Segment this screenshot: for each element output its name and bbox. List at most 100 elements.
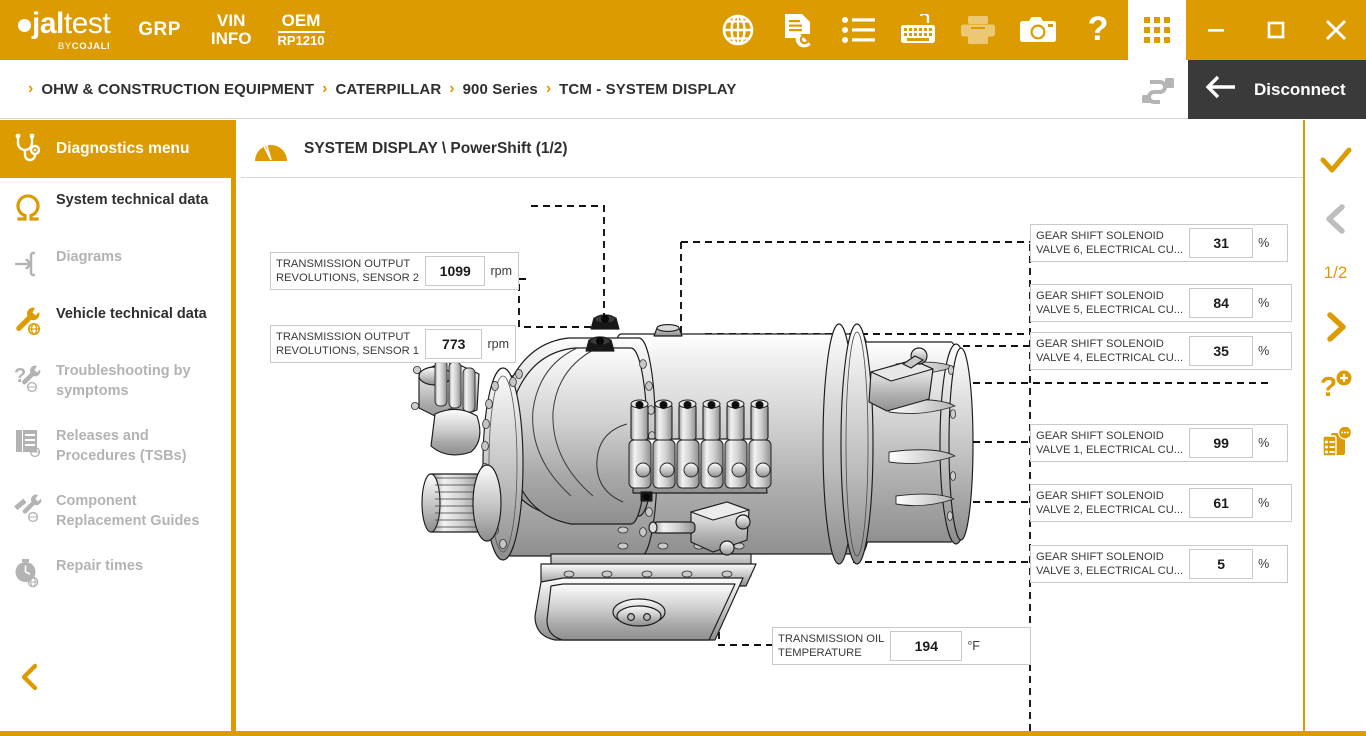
sidebar-header-diagnostics-menu[interactable]: Diagnostics menu (0, 120, 231, 178)
measurement-unit: % (1253, 546, 1275, 582)
top-icon-group: ? (708, 0, 1366, 60)
measurement-label: GEAR SHIFT SOLENOID VALVE 3, ELECTRICAL … (1031, 546, 1189, 582)
measurement-gear-shift-solenoid-valve-1[interactable]: GEAR SHIFT SOLENOID VALVE 1, ELECTRICAL … (1030, 424, 1288, 462)
measurement-value: 773 (425, 329, 482, 359)
breadcrumb-separator: › (449, 80, 454, 98)
measurement-value: 31 (1189, 228, 1253, 258)
question-plus-icon[interactable]: ? (1305, 356, 1366, 414)
label-line-2: VALVE 3, ELECTRICAL CU... (1036, 564, 1183, 578)
minimize-button[interactable] (1186, 0, 1246, 60)
sidebar-item-system-technical-data[interactable]: System technical data (0, 178, 231, 235)
logo-light-text: test (64, 9, 110, 39)
list-icon[interactable] (828, 0, 888, 60)
measurement-gear-shift-solenoid-valve-5[interactable]: GEAR SHIFT SOLENOID VALVE 5, ELECTRICAL … (1030, 284, 1292, 322)
label-line-1: GEAR SHIFT SOLENOID (1036, 289, 1183, 303)
measurement-transmission-output-revolutions-sensor-2[interactable]: TRANSMISSION OUTPUT REVOLUTIONS, SENSOR … (270, 252, 519, 290)
label-line-2: REVOLUTIONS, SENSOR 2 (276, 271, 419, 285)
label-line-1: GEAR SHIFT SOLENOID (1036, 429, 1183, 443)
measurement-unit: % (1253, 285, 1275, 321)
maximize-button[interactable] (1246, 0, 1306, 60)
label-line-1: GEAR SHIFT SOLENOID (1036, 489, 1183, 503)
vin-label: VIN (211, 12, 252, 30)
breadcrumb-item-system[interactable]: TCM - SYSTEM DISPLAY (559, 81, 736, 98)
powershift-transmission-illustration (391, 264, 1021, 659)
measurement-value: 35 (1189, 336, 1253, 366)
measurement-gear-shift-solenoid-valve-2[interactable]: GEAR SHIFT SOLENOID VALVE 2, ELECTRICAL … (1030, 484, 1292, 522)
info-label: INFO (211, 30, 252, 48)
cable-connector-icon[interactable] (1128, 60, 1188, 119)
camera-icon[interactable] (1008, 0, 1068, 60)
system-display-stage: TRANSMISSION OUTPUT REVOLUTIONS, SENSOR … (241, 179, 1303, 731)
stethoscope-icon (0, 133, 56, 165)
measurement-gear-shift-solenoid-valve-3[interactable]: GEAR SHIFT SOLENOID VALVE 3, ELECTRICAL … (1030, 545, 1288, 583)
sidebar-item-diagrams[interactable]: Diagrams (0, 235, 231, 292)
breadcrumb-separator: › (546, 80, 551, 98)
measurement-gear-shift-solenoid-valve-6[interactable]: GEAR SHIFT SOLENOID VALVE 6, ELECTRICAL … (1030, 224, 1288, 262)
report-clipboard-list-icon[interactable] (1305, 414, 1366, 472)
sidebar-item-releases-and-procedures[interactable]: Releases and Procedures (TSBs) (0, 414, 231, 479)
page-indicator: 1/2 (1305, 248, 1366, 298)
oem-rp1210-link[interactable]: OEM RP1210 (278, 12, 325, 47)
measurement-label: TRANSMISSION OIL TEMPERATURE (773, 628, 890, 664)
close-button[interactable] (1306, 0, 1366, 60)
measurement-gear-shift-solenoid-valve-4[interactable]: GEAR SHIFT SOLENOID VALVE 4, ELECTRICAL … (1030, 332, 1292, 370)
svg-text:?: ? (1088, 12, 1109, 48)
top-toolbar: jal test BYCOJALI GRP VIN INFO OEM RP121… (0, 0, 1366, 60)
jaltest-logo: jal test BYCOJALI (18, 9, 110, 52)
keyboard-icon[interactable] (888, 0, 948, 60)
rp1210-label: RP1210 (278, 33, 325, 48)
breadcrumb-item-category[interactable]: OHW & CONSTRUCTION EQUIPMENT (41, 81, 314, 98)
label-line-1: GEAR SHIFT SOLENOID (1036, 550, 1183, 564)
measurement-unit: % (1253, 225, 1275, 261)
svg-text:?: ? (1320, 371, 1337, 401)
measurement-label: GEAR SHIFT SOLENOID VALVE 4, ELECTRICAL … (1031, 333, 1189, 369)
sidebar-collapse-button[interactable] (0, 657, 60, 697)
measurement-transmission-output-revolutions-sensor-1[interactable]: TRANSMISSION OUTPUT REVOLUTIONS, SENSOR … (270, 325, 516, 363)
label-line-2: REVOLUTIONS, SENSOR 1 (276, 344, 419, 358)
omega-icon (0, 191, 56, 222)
logo-sub-by: BY (58, 41, 72, 52)
label-line-1: TRANSMISSION OUTPUT (276, 330, 419, 344)
measurement-label: GEAR SHIFT SOLENOID VALVE 6, ELECTRICAL … (1031, 225, 1189, 261)
breadcrumb-item-manufacturer[interactable]: CATERPILLAR (335, 81, 441, 98)
logo-dot-icon (18, 19, 31, 32)
breadcrumb-bar: › OHW & CONSTRUCTION EQUIPMENT › CATERPI… (0, 60, 1366, 119)
measurement-unit: rpm (482, 326, 515, 362)
confirm-button[interactable] (1305, 132, 1366, 190)
sidebar-item-label: Repair times (56, 557, 157, 577)
arrow-left-icon (1204, 74, 1238, 105)
sidebar-item-troubleshooting-by-symptoms[interactable]: ? Troubleshooting by symptoms (0, 349, 231, 414)
breadcrumb-separator: › (322, 80, 327, 98)
content-header: SYSTEM DISPLAY \ PowerShift (1/2) (241, 120, 1303, 178)
label-line-2: VALVE 4, ELECTRICAL CU... (1036, 351, 1183, 365)
breadcrumb-item-model[interactable]: 900 Series (463, 81, 538, 98)
sidebar-item-vehicle-technical-data[interactable]: Vehicle technical data (0, 292, 231, 349)
sidebar-item-label: Diagrams (56, 248, 136, 268)
sidebar-item-repair-times[interactable]: Repair times (0, 544, 231, 601)
sidebar-item-label: Vehicle technical data (56, 305, 221, 325)
disconnect-button[interactable]: Disconnect (1188, 60, 1366, 119)
document-search-icon[interactable] (768, 0, 828, 60)
logo-bold-text: jal (32, 9, 64, 39)
measurement-unit: % (1253, 333, 1275, 369)
help-icon[interactable]: ? (1068, 0, 1128, 60)
sidebar-item-label: Component Replacement Guides (56, 492, 231, 531)
disconnect-label: Disconnect (1254, 80, 1346, 100)
grid-apps-icon[interactable] (1128, 0, 1186, 60)
label-line-2: VALVE 1, ELECTRICAL CU... (1036, 443, 1183, 457)
globe-icon[interactable] (708, 0, 768, 60)
label-line-2: TEMPERATURE (778, 646, 884, 660)
sidebar-item-component-replacement-guides[interactable]: Component Replacement Guides (0, 479, 231, 544)
measurement-value: 84 (1189, 288, 1253, 318)
next-page-button[interactable] (1305, 298, 1366, 356)
measurement-unit: °F (962, 628, 986, 664)
vin-info-link[interactable]: VIN INFO (211, 12, 252, 48)
sidebar-item-label: Troubleshooting by symptoms (56, 362, 231, 401)
sidebar-header-label: Diagnostics menu (56, 140, 190, 158)
measurement-transmission-oil-temperature[interactable]: TRANSMISSION OIL TEMPERATURE 194 °F (772, 627, 1031, 665)
printer-icon[interactable] (948, 0, 1008, 60)
grp-link[interactable]: GRP (138, 20, 181, 40)
measurement-label: TRANSMISSION OUTPUT REVOLUTIONS, SENSOR … (271, 253, 425, 289)
previous-page-button[interactable] (1305, 190, 1366, 248)
sidebar-item-label: System technical data (56, 191, 222, 211)
